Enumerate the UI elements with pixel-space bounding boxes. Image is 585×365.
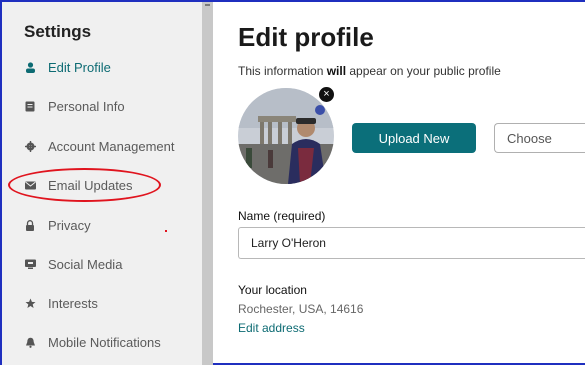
sidebar-item-personal-info[interactable]: Personal Info: [2, 93, 202, 119]
sidebar-item-label: Social Media: [48, 256, 123, 272]
sidebar-scrollbar[interactable]: [202, 2, 213, 365]
page-subtitle: This information will appear on your pub…: [238, 64, 501, 78]
remove-photo-button[interactable]: ×: [319, 87, 334, 102]
lock-icon: [24, 219, 36, 231]
edit-address-link[interactable]: Edit address: [238, 321, 305, 335]
scroll-up-arrow-icon[interactable]: [205, 4, 210, 6]
sidebar-item-label: Interests: [48, 295, 98, 311]
location-value: Rochester, USA, 14616: [238, 302, 364, 316]
upload-new-button[interactable]: Upload New: [352, 123, 476, 153]
sidebar-item-label: Personal Info: [48, 98, 125, 114]
sidebar-item-interests[interactable]: Interests: [2, 290, 202, 316]
name-input[interactable]: [238, 227, 585, 259]
location-label: Your location: [238, 283, 307, 297]
edit-profile-panel: Edit profile This information will appea…: [213, 2, 585, 365]
settings-sidebar: Settings Edit Profile Personal Info Acco…: [2, 2, 202, 365]
monitor-icon: [24, 258, 36, 270]
sidebar-item-privacy[interactable]: Privacy: [2, 212, 202, 238]
sidebar-item-edit-profile[interactable]: Edit Profile: [2, 54, 202, 80]
sidebar-heading: Settings: [24, 22, 92, 41]
person-icon: [24, 61, 36, 73]
avatar: [238, 88, 334, 184]
sidebar-item-label: Privacy: [48, 217, 91, 233]
sidebar-item-label: Email Updates: [48, 177, 133, 193]
bell-icon: [24, 336, 36, 348]
annotation-mark: [165, 230, 167, 232]
sidebar-item-label: Edit Profile: [48, 59, 111, 75]
page-title: Edit profile: [238, 22, 374, 52]
sidebar-item-email-updates[interactable]: Email Updates: [2, 172, 202, 198]
envelope-icon: [24, 179, 36, 191]
choose-file-button[interactable]: Choose: [494, 123, 585, 153]
sidebar-item-label: Mobile Notifications: [48, 334, 161, 350]
sidebar-item-account-management[interactable]: Account Management: [2, 133, 202, 159]
document-icon: [24, 100, 36, 112]
star-icon: [24, 297, 36, 309]
name-label: Name (required): [238, 209, 326, 223]
sidebar-item-mobile-notifications[interactable]: Mobile Notifications: [2, 329, 202, 355]
sidebar-item-social-media[interactable]: Social Media: [2, 251, 202, 277]
sidebar-item-label: Account Management: [48, 138, 175, 154]
gear-icon: [24, 140, 36, 152]
